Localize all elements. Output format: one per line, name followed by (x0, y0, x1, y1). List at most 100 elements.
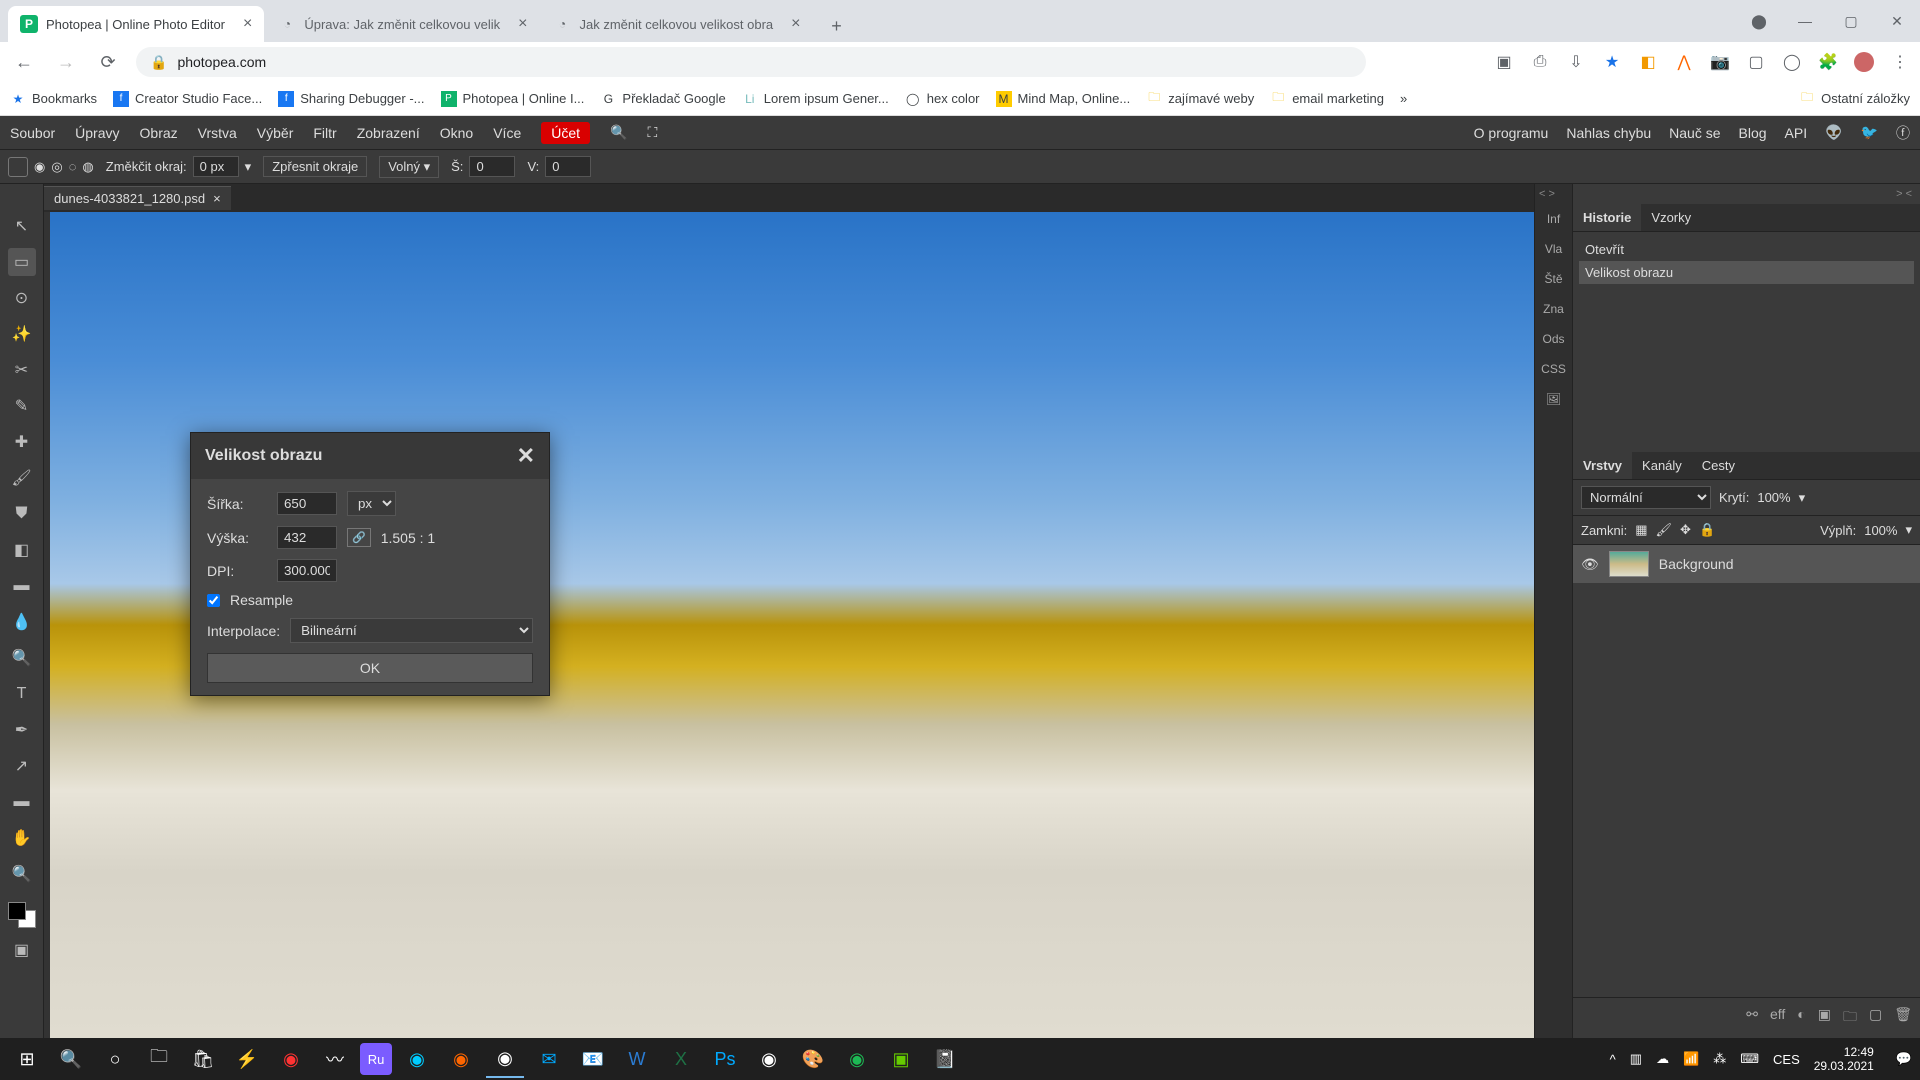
close-icon[interactable]: ✕ (517, 443, 535, 469)
menu-more[interactable]: Více (493, 125, 521, 141)
menu-select[interactable]: Výběr (257, 125, 294, 141)
blend-mode-select[interactable]: Normální (1581, 486, 1711, 509)
bookmark-item[interactable]: 🗀email marketing (1270, 91, 1384, 107)
chrome-icon[interactable]: ◉ (486, 1040, 524, 1078)
sel-new-icon[interactable]: ◉ (34, 159, 45, 175)
ok-button[interactable]: OK (207, 653, 533, 683)
account-icon[interactable]: ⬤ (1736, 5, 1782, 37)
cortana-icon[interactable]: ○ (96, 1040, 134, 1078)
layer-name[interactable]: Background (1659, 556, 1734, 572)
close-icon[interactable]: × (243, 15, 252, 33)
bookmark-item[interactable]: GPřekladač Google (600, 91, 725, 107)
star-icon[interactable]: ★ (1602, 52, 1622, 72)
unit-select[interactable]: px (347, 491, 396, 516)
gradient-tool-icon[interactable]: ▬ (8, 572, 36, 600)
lock-paint-icon[interactable]: 🖌 (1656, 522, 1673, 538)
search-icon[interactable]: 🔍 (610, 124, 627, 141)
menu-icon[interactable]: ⋮ (1890, 52, 1910, 72)
quickmask-icon[interactable]: ▣ (8, 936, 36, 964)
layer-row[interactable]: 👁 Background (1573, 545, 1920, 583)
bookmark-more[interactable]: » (1400, 91, 1407, 106)
eraser-tool-icon[interactable]: ◧ (8, 536, 36, 564)
bookmark-item[interactable]: PPhotopea | Online I... (441, 91, 585, 107)
dpi-input[interactable] (277, 559, 337, 582)
width-input[interactable] (277, 492, 337, 515)
keyboard-icon[interactable]: ⌨ (1740, 1051, 1759, 1067)
zoom-tool-icon[interactable]: 🔍 (8, 860, 36, 888)
lock-position-icon[interactable]: ✥ (1680, 522, 1691, 538)
menu-image[interactable]: Obraz (140, 125, 178, 141)
new-tab-button[interactable]: + (821, 10, 853, 42)
forward-icon[interactable]: → (52, 52, 80, 73)
close-window-icon[interactable]: ✕ (1874, 5, 1920, 37)
edge-icon[interactable]: ◉ (398, 1040, 436, 1078)
side-tab[interactable]: Ods (1535, 324, 1572, 354)
refine-button[interactable]: Zpřesnit okraje (263, 156, 367, 177)
ext-icon[interactable]: ▢ (1746, 52, 1766, 72)
menu-edit[interactable]: Úpravy (75, 125, 119, 141)
style-select[interactable]: Volný ▾ (379, 156, 439, 178)
extensions-icon[interactable]: 🧩 (1818, 52, 1838, 72)
color-swatches[interactable] (8, 902, 36, 928)
app-icon[interactable]: ⚡ (228, 1040, 266, 1078)
word-icon[interactable]: W (618, 1040, 656, 1078)
selection-mode-icon[interactable] (8, 157, 28, 177)
learn-link[interactable]: Nauč se (1669, 125, 1720, 141)
resample-checkbox[interactable] (207, 594, 220, 607)
ext-icon[interactable]: ⎙ (1530, 52, 1550, 72)
collapse-icon[interactable]: < > (1535, 184, 1572, 204)
browser-tab[interactable]: ◔ Jak změnit celkovou velikost obra × (542, 6, 813, 42)
close-icon[interactable]: × (791, 15, 800, 33)
height-input[interactable]: 0 (545, 156, 591, 177)
shape-tool-icon[interactable]: ▬ (8, 788, 36, 816)
side-tab[interactable]: CSS (1535, 354, 1572, 384)
blur-tool-icon[interactable]: 💧 (8, 608, 36, 636)
side-tab[interactable]: Inf (1535, 204, 1572, 234)
mask-icon[interactable]: ◐ (1797, 1006, 1805, 1030)
start-icon[interactable]: ⊞ (8, 1040, 46, 1078)
ext-icon[interactable]: ⇩ (1566, 52, 1586, 72)
tab-paths[interactable]: Cesty (1692, 452, 1745, 479)
excel-icon[interactable]: X (662, 1040, 700, 1078)
marquee-tool-icon[interactable]: ▭ (8, 248, 36, 276)
side-tab[interactable]: Zna (1535, 294, 1572, 324)
trash-icon[interactable]: 🗑 (1894, 1006, 1912, 1030)
foreground-swatch[interactable] (8, 902, 26, 920)
bookmark-item[interactable]: fSharing Debugger -... (278, 91, 424, 107)
clock[interactable]: 12:49 29.03.2021 (1814, 1045, 1882, 1074)
twitter-icon[interactable]: 🐦 (1861, 124, 1878, 141)
sel-sub-icon[interactable]: ◌ (69, 159, 77, 174)
fullscreen-icon[interactable]: ⛶ (647, 124, 657, 141)
bookmark-item[interactable]: MMind Map, Online... (996, 91, 1131, 107)
link-icon[interactable]: 🔗 (347, 528, 371, 547)
layer-thumbnail[interactable] (1609, 551, 1649, 577)
adobe-cc-icon[interactable]: ◉ (272, 1040, 310, 1078)
wifi-icon[interactable]: 📶 (1683, 1051, 1699, 1067)
fx-label[interactable]: eff (1770, 1006, 1785, 1030)
rush-icon[interactable]: Ru (360, 1043, 392, 1075)
browser-tab-active[interactable]: P Photopea | Online Photo Editor × (8, 6, 264, 42)
stamp-tool-icon[interactable]: ⛊ (8, 500, 36, 528)
other-bookmarks[interactable]: 🗀Ostatní záložky (1799, 91, 1910, 107)
outlook-icon[interactable]: 📧 (574, 1040, 612, 1078)
menu-window[interactable]: Okno (440, 125, 473, 141)
crop-tool-icon[interactable]: ✂ (8, 356, 36, 384)
chevron-down-icon[interactable]: ▾ (1905, 522, 1912, 538)
brush-tool-icon[interactable]: 🖌 (8, 464, 36, 492)
folder-icon[interactable]: 🗀 (1843, 1006, 1857, 1030)
battery-icon[interactable]: ▥ (1630, 1051, 1642, 1067)
account-button[interactable]: Účet (541, 122, 590, 144)
fill-value[interactable]: 100% (1864, 523, 1897, 538)
bookmark-item[interactable]: ◯hex color (905, 91, 980, 107)
search-icon[interactable]: 🔍 (52, 1040, 90, 1078)
menu-file[interactable]: Soubor (10, 125, 55, 141)
rss-icon[interactable]: ⋀ (1674, 52, 1694, 72)
document-tab[interactable]: dunes-4033821_1280.psd × (44, 186, 231, 210)
lock-all-icon[interactable]: 🔒 (1699, 522, 1715, 538)
adjustment-icon[interactable]: ▣ (1818, 1006, 1831, 1030)
visibility-icon[interactable]: 👁 (1581, 556, 1599, 573)
reddit-icon[interactable]: 👽 (1825, 124, 1842, 141)
lasso-tool-icon[interactable]: ⊙ (8, 284, 36, 312)
bookmark-item[interactable]: ★Bookmarks (10, 91, 97, 107)
side-tab[interactable]: Vla (1535, 234, 1572, 264)
